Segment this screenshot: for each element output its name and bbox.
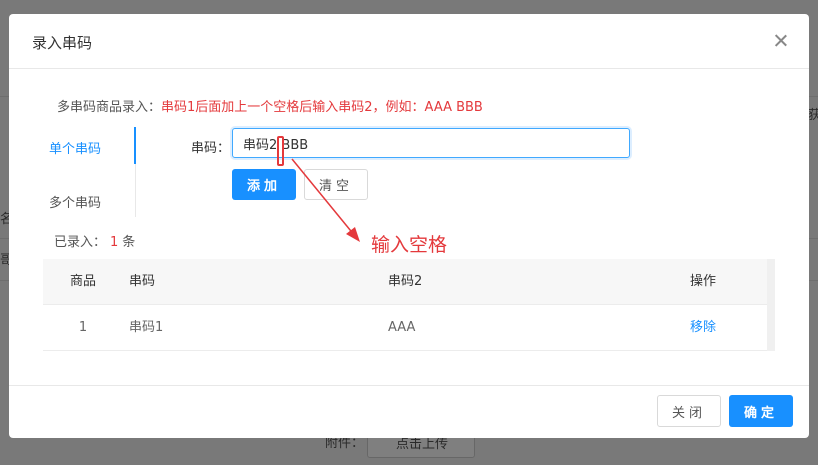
remove-link[interactable]: 移除 <box>690 320 716 335</box>
header-serial2: 串码2 <box>388 274 423 289</box>
tab-multi-serial[interactable]: 多个串码 <box>49 192 137 211</box>
header-operation: 操作 <box>689 274 716 289</box>
table-row: 1 串码1 AAA 移除 <box>43 305 767 351</box>
cell-serial: 串码1 <box>129 320 164 335</box>
close-icon[interactable] <box>771 31 791 51</box>
cell-operation: 移除 <box>671 305 735 350</box>
table-scrollbar[interactable] <box>767 259 775 351</box>
recorded-prefix: 已录入： <box>54 235 107 250</box>
dialog-header: 录入串码 <box>9 14 809 69</box>
header-goods: 商品 <box>69 274 96 289</box>
recorded-unit: 条 <box>122 235 136 250</box>
tab-single-serial[interactable]: 单个串码 <box>49 138 137 157</box>
annotation-text: 输入空格 <box>371 234 448 256</box>
serial-table: 商品 串码 串码2 操作 1 串码1 AAA 移除 <box>43 259 775 351</box>
dialog-title: 录入串码 <box>32 34 93 52</box>
add-button[interactable]: 添加 <box>232 169 296 200</box>
annotation-arrow <box>291 158 360 242</box>
close-button[interactable]: 关闭 <box>657 395 721 427</box>
serial-entry-dialog: 录入串码 多串码商品录入：串码1后面加上一个空格后输入串码2，例如：AAA BB… <box>9 14 809 438</box>
space-highlight-box <box>277 136 284 166</box>
serial-field-label: 串码： <box>191 141 231 156</box>
cell-serial2: AAA <box>388 320 416 335</box>
multi-serial-tip: 多串码商品录入：串码1后面加上一个空格后输入串码2，例如：AAA BBB <box>57 96 483 115</box>
serial-input[interactable] <box>232 128 630 158</box>
recorded-number: 1 <box>110 235 119 250</box>
table-header: 商品 串码 串码2 操作 <box>43 259 767 305</box>
clear-button[interactable]: 清空 <box>304 169 368 200</box>
header-serial: 串码 <box>129 274 156 289</box>
confirm-button[interactable]: 确定 <box>729 395 793 427</box>
cell-goods: 1 <box>78 320 88 335</box>
tip-text: 串码1后面加上一个空格后输入串码2，例如：AAA BBB <box>161 100 483 115</box>
recorded-count: 已录入： 1 条 <box>54 231 135 250</box>
tip-label: 多串码商品录入： <box>57 100 162 115</box>
